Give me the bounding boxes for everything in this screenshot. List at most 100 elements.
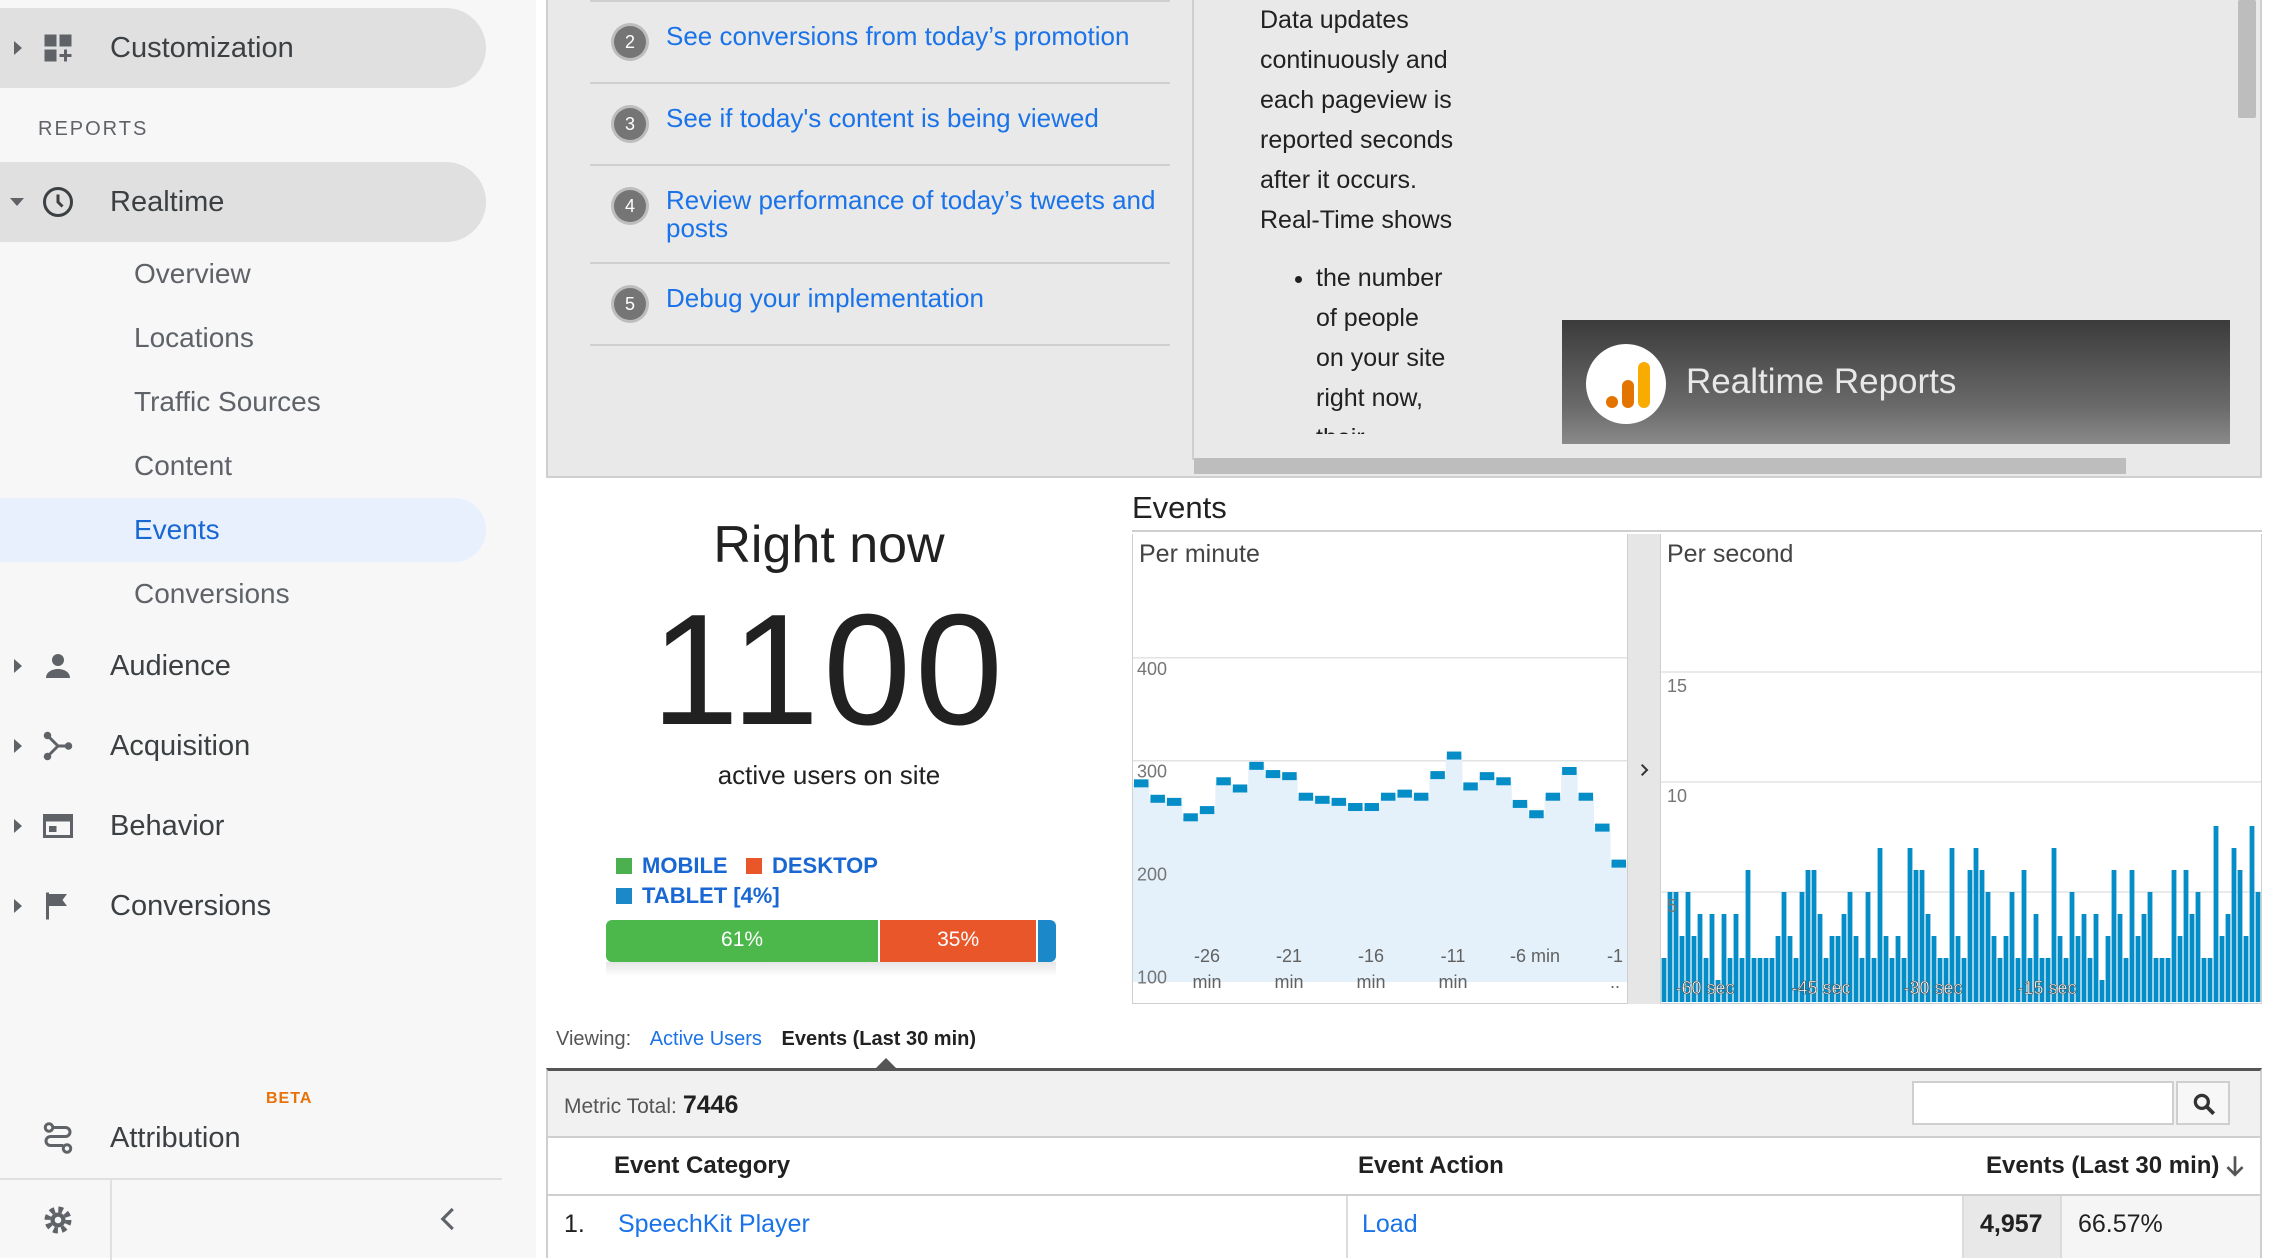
nav-realtime[interactable]: Realtime	[0, 162, 486, 242]
expand-icon	[14, 41, 22, 55]
x-tick-label: -60 sec	[1675, 978, 1734, 998]
table-search-input[interactable]	[1912, 1081, 2174, 1125]
chevron-left-icon[interactable]	[434, 1204, 464, 1234]
chart-toggle[interactable]	[1628, 534, 1660, 1004]
nav-customization-label: Customization	[110, 31, 294, 64]
per-second-bar	[1739, 958, 1745, 1002]
metric-total: Metric Total: 7446	[564, 1091, 738, 1120]
event-count: 4,957	[1980, 1210, 2043, 1238]
legend-desktop: DESKTOP	[746, 853, 878, 879]
column-header-events[interactable]: Events (Last 30 min)	[1986, 1152, 2219, 1180]
per-minute-point	[1496, 777, 1511, 786]
per-second-bar	[2123, 958, 2129, 1002]
event-action-link[interactable]: Load	[1362, 1210, 1418, 1239]
step-link[interactable]: See if today's content is being viewed	[666, 103, 1099, 133]
event-category-link[interactable]: SpeechKit Player	[618, 1210, 810, 1239]
nav-behavior[interactable]: Behavior	[0, 786, 486, 866]
per-minute-point	[1166, 797, 1182, 806]
nav-conversions-label: Conversions	[110, 889, 272, 922]
search-button[interactable]	[2176, 1081, 2230, 1125]
nav-acquisition[interactable]: Acquisition	[0, 706, 486, 786]
nav-customization[interactable]: Customization	[0, 8, 486, 88]
legend-label: DESKTOP	[772, 853, 878, 878]
clock-icon	[43, 187, 73, 217]
events-section-title: Events	[1132, 490, 1227, 525]
right-now-title: Right now	[713, 516, 945, 574]
nav-realtime-content[interactable]: Content	[0, 434, 486, 498]
step-item[interactable]: 5 Debug your implementation	[590, 262, 1170, 344]
nav-audience[interactable]: Audience	[0, 626, 486, 706]
per-second-bar	[2237, 870, 2243, 1002]
step-link[interactable]: See conversions from today’s promotion	[666, 21, 1129, 51]
column-header-event-category[interactable]: Event Category	[614, 1152, 790, 1180]
nav-realtime-overview[interactable]: Overview	[0, 242, 486, 306]
nav-item-label: Content	[134, 450, 233, 481]
nav-attribution[interactable]: Attribution BETA	[0, 1090, 486, 1178]
per-second-bar	[2117, 914, 2123, 1002]
x-tick-label: -16	[1358, 946, 1384, 966]
nav-conversions[interactable]: Conversions	[0, 866, 486, 946]
per-minute-point	[1479, 772, 1495, 781]
per-second-bar	[1967, 870, 1973, 1002]
nav-realtime-locations[interactable]: Locations	[0, 306, 486, 370]
horizontal-scrollbar[interactable]	[1194, 458, 2126, 474]
video-title: Realtime Reports	[1686, 362, 1957, 401]
per-second-bar	[1895, 936, 1901, 1002]
per-second-bar	[2243, 936, 2249, 1002]
per-minute-point	[1348, 803, 1363, 812]
nav-realtime-conversions[interactable]: Conversions	[0, 562, 486, 626]
step-item[interactable]: 2 See conversions from today’s promotion	[590, 0, 1170, 82]
x-tick-label: min	[1192, 972, 1221, 992]
collapse-icon	[10, 198, 24, 206]
per-minute-point	[1512, 799, 1528, 808]
bullet-line: on your site	[1316, 344, 1446, 372]
per-minute-point	[1265, 770, 1281, 779]
device-split-bar: 61% 35%	[606, 920, 1056, 962]
events-table: Event Category Event Action Events (Last…	[546, 1138, 2262, 1258]
per-second-bar	[2087, 958, 2093, 1002]
viewing-label: Viewing:	[556, 1028, 632, 1050]
beta-badge: BETA	[266, 1090, 313, 1107]
per-minute-point	[1315, 795, 1330, 804]
nav-realtime-traffic-sources[interactable]: Traffic Sources	[0, 370, 486, 434]
expand-icon	[14, 659, 22, 673]
per-minute-point	[1397, 789, 1412, 798]
per-second-bar	[2171, 870, 2177, 1002]
video-player[interactable]: Realtime Reports	[1562, 320, 2230, 444]
per-minute-point	[1463, 782, 1478, 791]
y-tick-label: 100	[1137, 968, 1167, 988]
legend-mobile: MOBILE	[616, 853, 728, 879]
per-minute-point	[1413, 792, 1429, 801]
per-minute-point	[1562, 766, 1577, 775]
nav-realtime-events[interactable]: Events	[0, 498, 486, 562]
y-tick-label: 200	[1137, 865, 1167, 885]
column-header-event-action[interactable]: Event Action	[1358, 1152, 1504, 1180]
metric-total-label: Metric Total:	[564, 1095, 677, 1118]
per-second-bar	[2213, 826, 2219, 1002]
per-second-bar	[1871, 958, 1877, 1002]
per-second-bar	[1979, 870, 1985, 1002]
per-second-bar	[1997, 958, 2003, 1002]
step-link[interactable]: Review performance of today’s tweets and…	[666, 185, 1155, 243]
step-link[interactable]: Debug your implementation	[666, 283, 984, 313]
step-item[interactable]: 4 Review performance of today’s tweets a…	[590, 164, 1170, 262]
analytics-bars-icon	[1606, 362, 1650, 408]
per-minute-point	[1199, 806, 1215, 815]
realtime-intro-panel: 2 See conversions from today’s promotion…	[546, 0, 2262, 478]
sort-descending-icon[interactable]	[2222, 1152, 2248, 1180]
y-tick-label: 5	[1667, 896, 1677, 916]
sidebar: Customization REPORTS Realtime Overview …	[0, 0, 536, 1260]
gear-icon[interactable]	[40, 1202, 76, 1238]
vertical-scrollbar[interactable]	[2238, 0, 2256, 118]
nav-item-label: Traffic Sources	[134, 386, 321, 417]
per-second-bar	[2129, 870, 2135, 1002]
step-item[interactable]: 3 See if today's content is being viewed	[590, 82, 1170, 164]
x-tick-label: -21	[1276, 946, 1302, 966]
column-divider	[2060, 1196, 2062, 1258]
per-second-bar	[2219, 936, 2225, 1002]
per-second-bar	[2207, 958, 2213, 1002]
view-active-users-link[interactable]: Active Users	[650, 1028, 762, 1050]
per-minute-point	[1216, 777, 1231, 786]
per-minute-point	[1183, 813, 1198, 822]
viewing-toggle: Viewing: Active Users Events (Last 30 mi…	[556, 1028, 990, 1051]
